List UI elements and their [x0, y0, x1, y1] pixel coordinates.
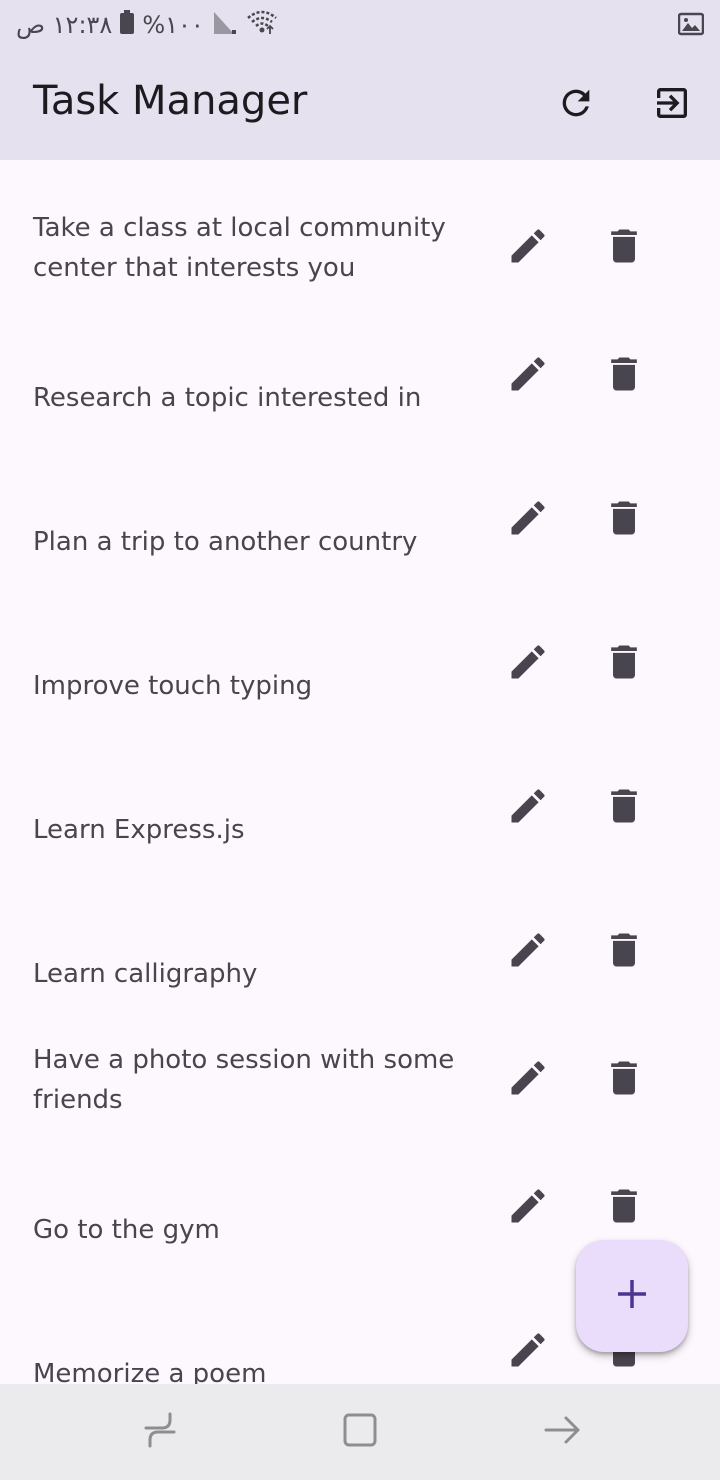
battery-icon	[120, 10, 135, 40]
battery-percent: %١٠٠	[142, 11, 204, 39]
edit-icon	[506, 1328, 550, 1377]
edit-icon	[506, 224, 550, 273]
delete-button[interactable]	[596, 924, 652, 980]
logout-button[interactable]	[647, 80, 697, 130]
back-icon	[542, 1410, 582, 1455]
edit-button[interactable]	[500, 780, 556, 836]
list-item[interactable]: Take a class at local community center t…	[0, 160, 720, 330]
app-bar: Task Manager	[0, 50, 720, 160]
back-button[interactable]	[538, 1408, 586, 1456]
edit-icon	[506, 1056, 550, 1105]
delete-icon	[602, 784, 646, 833]
status-left: ١٢:٣٨ ص %١٠٠	[16, 8, 278, 42]
task-title: Learn calligraphy	[33, 959, 258, 989]
list-item[interactable]: Plan a trip to another country	[0, 474, 720, 618]
edit-icon	[506, 496, 550, 545]
recents-icon	[140, 1410, 180, 1455]
delete-icon	[602, 1184, 646, 1233]
delete-button[interactable]	[596, 1180, 652, 1236]
delete-icon	[602, 640, 646, 689]
delete-button[interactable]	[596, 780, 652, 836]
list-item[interactable]: Improve touch typing	[0, 618, 720, 762]
wifi-icon	[246, 10, 278, 40]
page-title: Task Manager	[33, 78, 308, 124]
edit-icon	[506, 640, 550, 689]
task-title: Learn Express.js	[33, 815, 245, 845]
list-item[interactable]: Research a topic interested in	[0, 330, 720, 474]
refresh-button[interactable]	[551, 80, 601, 130]
edit-button[interactable]	[500, 492, 556, 548]
list-item[interactable]: Have a photo session with some friends	[0, 1026, 720, 1160]
edit-button[interactable]	[500, 348, 556, 404]
task-title: Go to the gym	[33, 1215, 220, 1245]
delete-icon	[602, 352, 646, 401]
delete-icon	[602, 928, 646, 977]
list-item[interactable]: Learn calligraphy	[0, 906, 720, 1026]
edit-button[interactable]	[500, 636, 556, 692]
delete-icon	[602, 1056, 646, 1105]
delete-button[interactable]	[596, 220, 652, 276]
home-icon	[340, 1410, 380, 1455]
edit-button[interactable]	[500, 220, 556, 276]
system-nav-bar	[0, 1384, 720, 1480]
recents-button[interactable]	[136, 1408, 184, 1456]
logout-icon	[652, 83, 692, 128]
gallery-notification-icon	[677, 12, 705, 36]
task-title: Plan a trip to another country	[33, 527, 418, 557]
delete-button[interactable]	[596, 348, 652, 404]
edit-icon	[506, 1184, 550, 1233]
task-title: Improve touch typing	[33, 671, 313, 701]
status-bar: ١٢:٣٨ ص %١٠٠	[0, 0, 720, 50]
edit-button[interactable]	[500, 924, 556, 980]
refresh-icon	[556, 83, 596, 128]
delete-button[interactable]	[596, 492, 652, 548]
delete-icon	[602, 496, 646, 545]
add-icon	[614, 1276, 650, 1317]
task-title: Have a photo session with some friends	[33, 1045, 455, 1115]
edit-icon	[506, 352, 550, 401]
delete-button[interactable]	[596, 636, 652, 692]
home-button[interactable]	[336, 1408, 384, 1456]
signal-icon	[212, 10, 238, 40]
edit-button[interactable]	[500, 1324, 556, 1380]
status-time: ١٢:٣٨ ص	[16, 11, 113, 39]
add-task-button[interactable]	[576, 1240, 688, 1352]
delete-icon	[602, 224, 646, 273]
task-title: Memorize a poem	[33, 1359, 267, 1384]
task-title: Take a class at local community center t…	[33, 213, 446, 283]
edit-icon	[506, 784, 550, 833]
delete-button[interactable]	[596, 1052, 652, 1108]
list-item[interactable]: Learn Express.js	[0, 762, 720, 906]
edit-icon	[506, 928, 550, 977]
edit-button[interactable]	[500, 1052, 556, 1108]
edit-button[interactable]	[500, 1180, 556, 1236]
task-title: Research a topic interested in	[33, 383, 422, 413]
